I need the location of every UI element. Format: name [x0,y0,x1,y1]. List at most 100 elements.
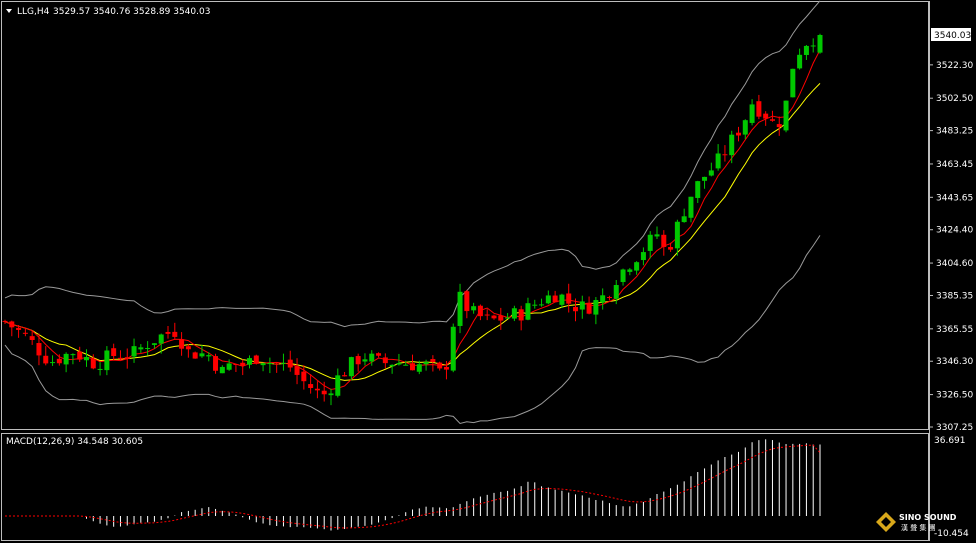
bull-candle [742,120,748,135]
bear-candle [253,355,259,364]
bull-candle [532,304,538,306]
bear-candle [430,359,436,362]
bear-candle [301,371,307,382]
bull-candle [403,364,409,366]
current-price-text: 3540.03 [934,31,971,41]
bull-candle [702,176,708,181]
bull-candle [749,104,755,123]
bear-candle [43,355,49,364]
macd-panel-frame [1,433,929,541]
bear-candle [566,293,572,304]
dropdown-arrow-icon[interactable] [6,9,12,13]
bear-candle [314,388,320,391]
bull-candle [348,357,354,377]
bear-candle [661,234,667,247]
bull-candle [84,356,89,361]
bear-candle [294,366,300,375]
bear-candle [16,327,22,330]
bear-candle [274,363,280,365]
bull-candle [280,362,286,364]
bear-candle [185,346,191,350]
bull-candle [810,45,816,47]
bull-candle [104,350,110,371]
bear-candle [77,351,83,360]
price-tick-label: 3424.40 [936,226,973,236]
bull-candle [138,347,144,350]
bull-candle [817,35,823,53]
bull-candle [226,363,232,370]
bear-candle [355,356,361,365]
bear-candle [90,358,96,369]
bull-candle [783,100,789,131]
bear-candle [111,348,117,357]
bear-candle [437,362,443,369]
price-tick-label: 3522.30 [936,61,973,71]
price-tick-label: 3502.50 [936,94,973,104]
price-axis: 3522.30 3502.50 3483.25 3463.45 3443.65 3424.… [929,61,973,433]
bull-candle [457,291,463,326]
bull-candle [423,362,429,365]
bear-candle [287,359,293,368]
bear-candle [22,332,28,334]
bear-candle [308,384,314,389]
bear-candle [410,363,415,371]
bull-candle [362,359,368,362]
bull-candle [688,196,694,218]
bull-candle [131,346,137,357]
bull-candle [627,269,633,272]
bear-candle [776,124,782,128]
bull-candle [729,134,735,156]
bear-candle [9,321,15,328]
ohlc-label: 3529.57 3540.76 3528.89 3540.03 [53,7,210,17]
bear-candle [756,101,762,117]
bull-candle [505,317,511,319]
candles-group [2,33,823,406]
price-tick-label: 3463.45 [936,160,973,170]
bull-candle [369,353,375,362]
bear-candle [443,366,449,370]
price-tick-label: 3404.60 [936,259,973,269]
logo-line2: 漢 聲 集 團 [901,523,936,532]
bear-candle [342,375,348,377]
price-tick-label: 3365.55 [936,325,973,335]
price-chart-svg[interactable]: LLG,H4 3529.57 3540.76 3528.89 3540.03 3… [0,0,976,543]
bear-candle [763,113,769,119]
bull-candle [206,355,212,357]
bear-candle [192,352,198,359]
bull-candle [674,221,680,249]
bull-candle [708,170,714,176]
bear-candle [179,339,185,349]
bull-candle [681,216,687,223]
bear-candle [2,320,8,322]
bear-candle [586,302,592,314]
ma-slow-line [4,83,821,381]
bull-candle [335,375,341,396]
bear-candle [484,314,490,316]
bull-candle [70,354,76,356]
bull-candle [654,234,660,237]
bear-candle [606,297,612,299]
bear-candle [240,362,246,366]
macd-axis-top: 36.691 [934,436,966,446]
main-panel-frame [1,1,929,430]
bull-candle [511,308,517,319]
macd-axis-bottom: -10.454 [934,529,969,539]
bull-candle [715,153,721,169]
bull-candle [199,353,205,357]
bull-candle [151,343,157,345]
price-tick-label: 3443.65 [936,193,973,203]
price-tick-label: 3307.25 [936,423,973,433]
logo-line1: SINO SOUND [899,513,957,522]
bear-candle [464,291,470,312]
price-tick-label: 3385.35 [936,291,973,301]
bear-candle [722,154,728,156]
bull-candle [803,45,809,55]
symbol-label: LLG,H4 [17,7,50,17]
bull-candle [790,68,796,98]
ma-fast-line [4,49,821,390]
bull-candle [579,301,585,310]
bull-candle [260,363,266,366]
bear-candle [233,364,239,366]
bull-candle [97,368,103,370]
chart-window[interactable]: LLG,H4 3529.57 3540.76 3528.89 3540.03 3… [0,0,976,543]
